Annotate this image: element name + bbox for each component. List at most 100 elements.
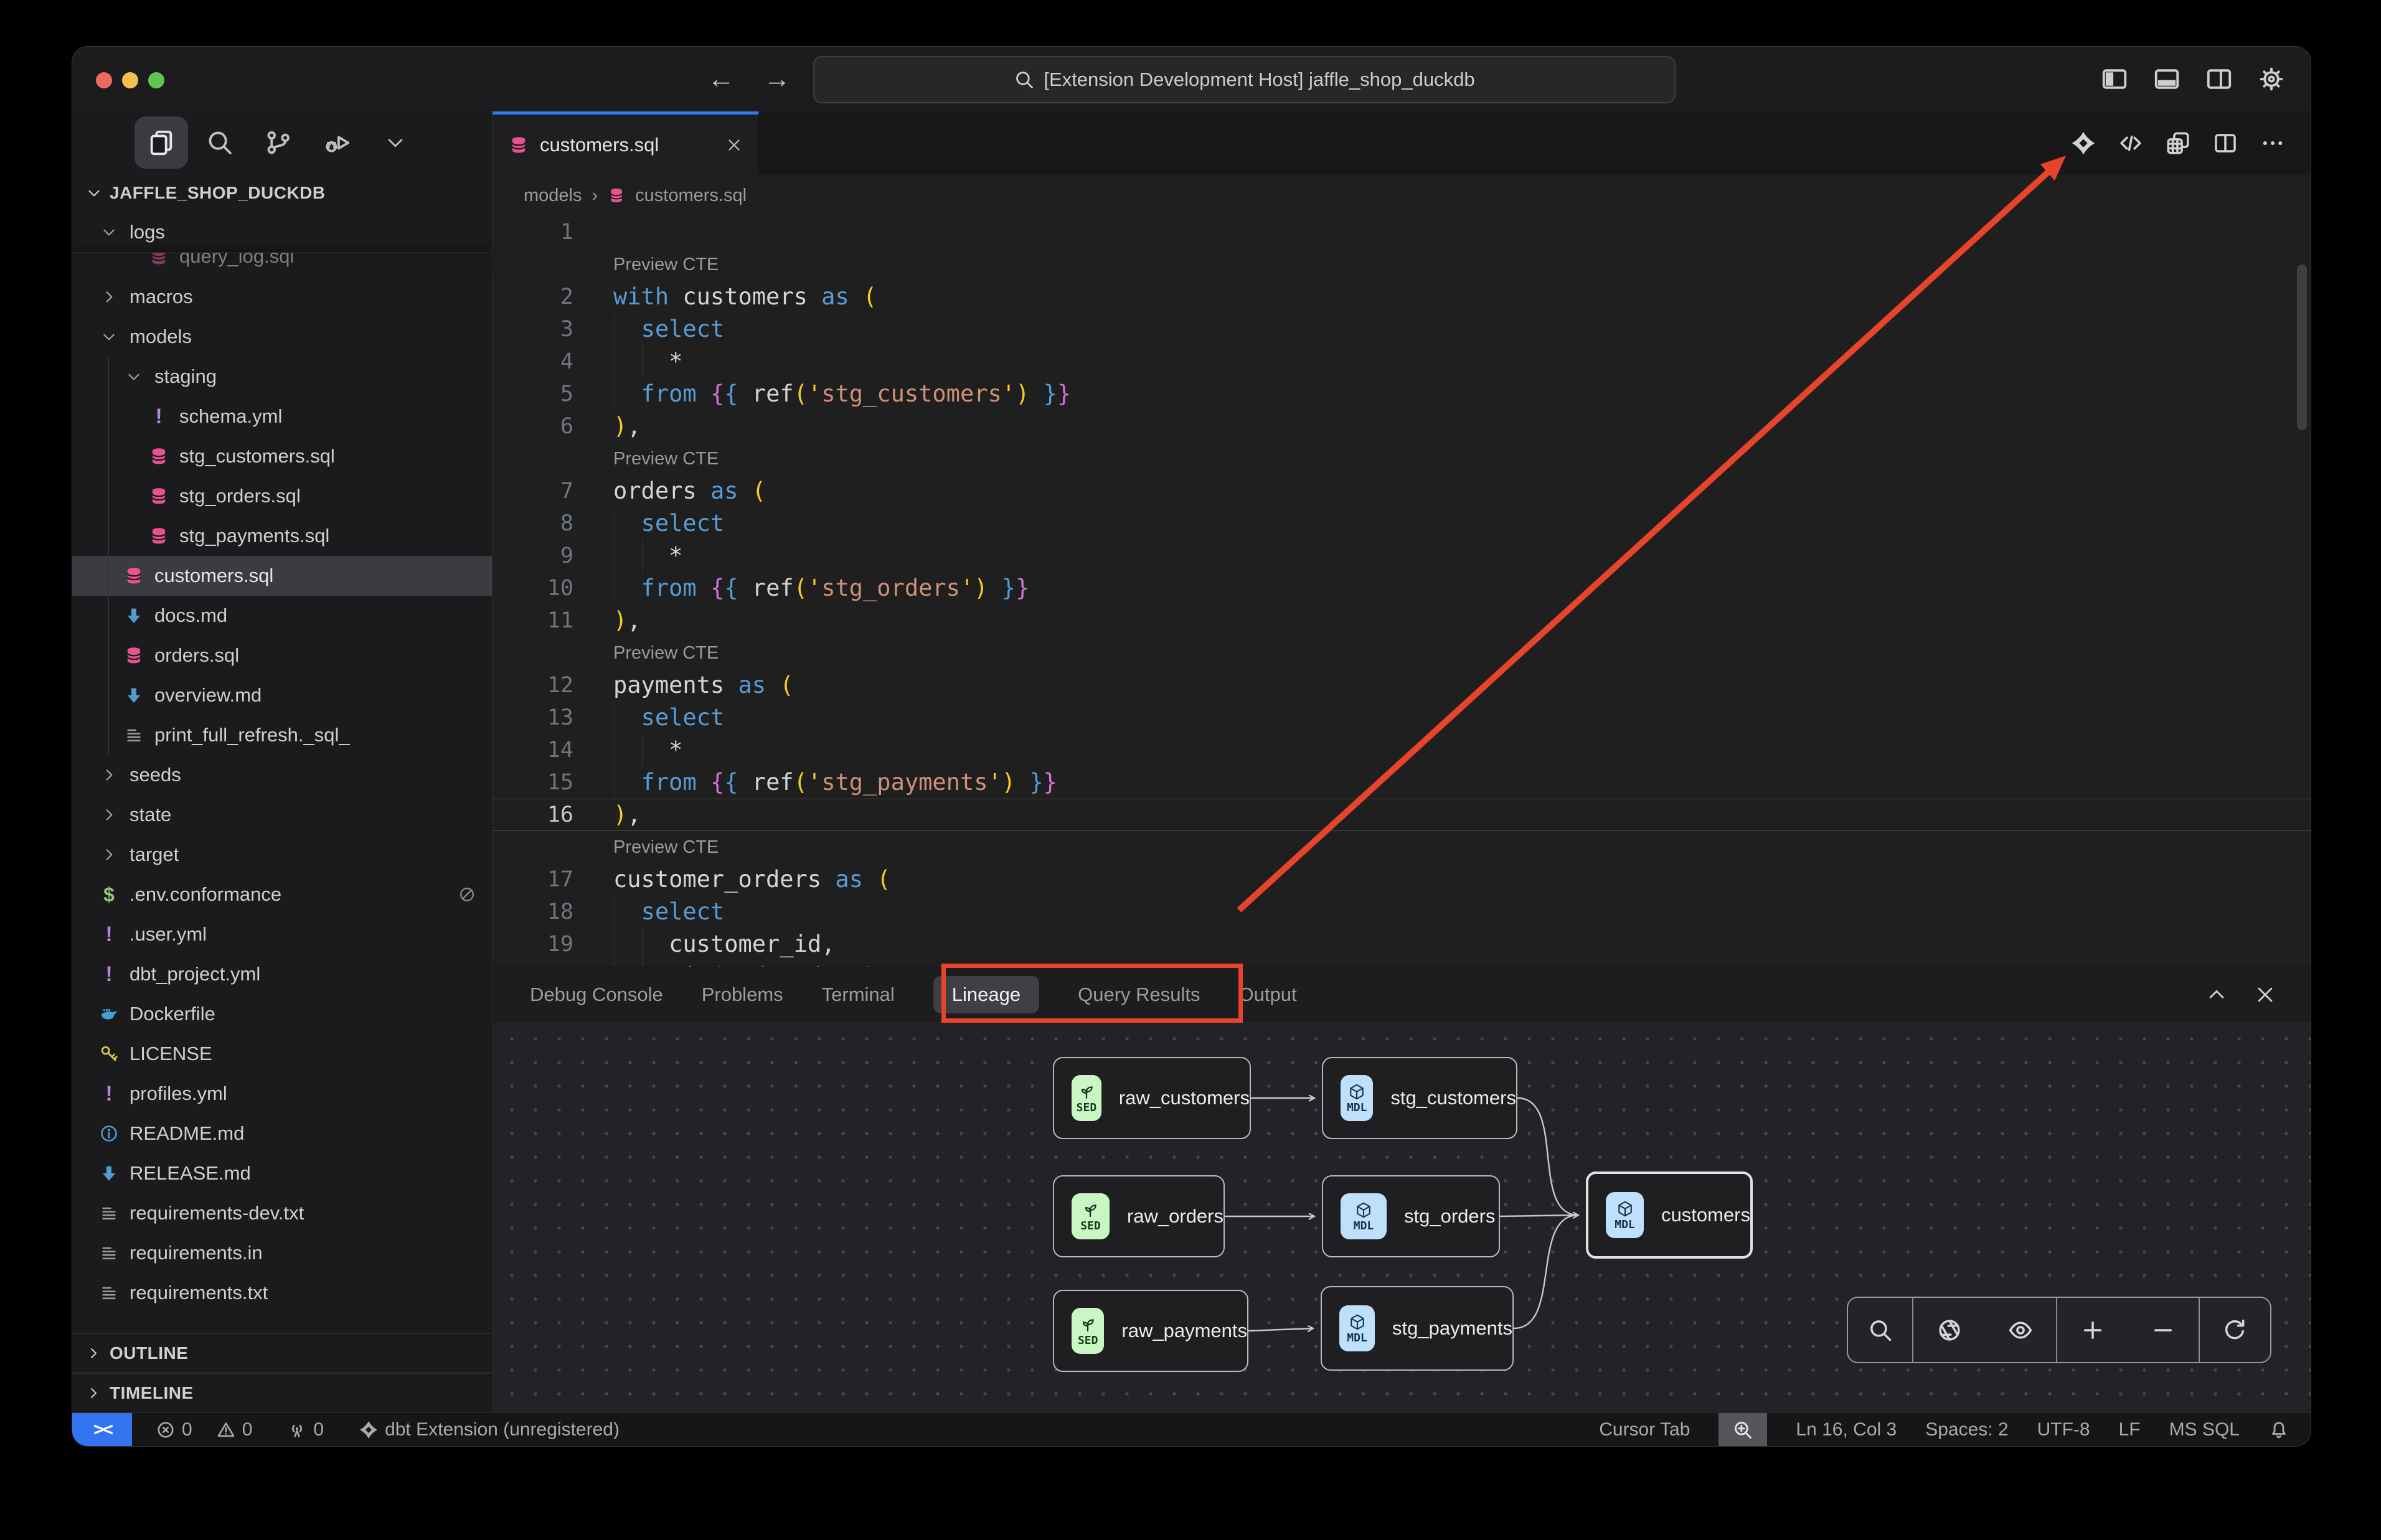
status-zoom-plus-icon[interactable] <box>1719 1413 1767 1447</box>
tree-item-schema-yml[interactable]: !schema.yml <box>72 397 492 436</box>
layout-panel-icon[interactable] <box>2152 65 2181 93</box>
breadcrumb-file[interactable]: customers.sql <box>635 185 747 206</box>
lineage-node-stg_customers[interactable]: MDLstg_customers <box>1322 1057 1517 1139</box>
codelens-preview-cte[interactable]: Preview CTE <box>493 831 2311 863</box>
zoom-out-icon[interactable] <box>2150 1317 2176 1343</box>
codelens-preview-cte[interactable]: Preview CTE <box>493 637 2311 669</box>
close-tab-icon[interactable] <box>726 137 742 153</box>
tree-item-release-md[interactable]: RELEASE.md <box>72 1153 492 1193</box>
lineage-node-raw_customers[interactable]: SEDraw_customers <box>1053 1057 1251 1139</box>
tree-item-models[interactable]: models <box>72 317 492 357</box>
tree-item-query-log-sql[interactable]: query_log.sql <box>72 252 492 277</box>
panel-tab-debug-console[interactable]: Debug Console <box>530 984 663 1006</box>
explorer-header[interactable]: JAFFLE_SHOP_DUCKDB <box>72 174 492 212</box>
lineage-node-stg_orders[interactable]: MDLstg_orders <box>1322 1175 1500 1257</box>
tree-item-print-full-refresh-sql-[interactable]: print_full_refresh._sql_ <box>72 715 492 755</box>
code-token <box>738 475 752 507</box>
forward-arrow-icon[interactable]: → <box>763 63 791 95</box>
code-editor[interactable]: 1Preview CTE2with customers as (3 select… <box>493 216 2311 967</box>
status-spaces-2[interactable]: Spaces: 2 <box>1925 1419 2008 1440</box>
status-ms-sql[interactable]: MS SQL <box>2169 1419 2240 1440</box>
tree-item-requirements-in[interactable]: requirements.in <box>72 1233 492 1273</box>
code-icon[interactable] <box>2118 130 2144 156</box>
code-line-7: 7orders as ( <box>493 475 2311 507</box>
status-broadcast-icon[interactable]: 0 <box>287 1419 324 1440</box>
status-utf-8[interactable]: UTF-8 <box>2037 1419 2090 1440</box>
tree-item-overview-md[interactable]: overview.md <box>72 675 492 715</box>
tree-item-dbt-project-yml[interactable]: !dbt_project.yml <box>72 954 492 994</box>
tree-item-stg-payments-sql[interactable]: stg_payments.sql <box>72 516 492 556</box>
timeline-section[interactable]: TIMELINE <box>72 1373 492 1412</box>
tree-item-license[interactable]: LICENSE <box>72 1034 492 1074</box>
codelens-preview-cte[interactable]: Preview CTE <box>493 443 2311 475</box>
layout-sidebar-icon[interactable] <box>2100 65 2129 93</box>
lineage-node-customers[interactable]: MDLcustomers <box>1586 1171 1753 1259</box>
tree-item-requirements-dev-txt[interactable]: requirements-dev.txt <box>72 1193 492 1233</box>
tree-item-logs[interactable]: logs <box>72 212 492 252</box>
gear-icon[interactable] <box>2257 65 2286 93</box>
status-lf[interactable]: LF <box>2119 1419 2141 1440</box>
lineage-node-raw_orders[interactable]: SEDraw_orders <box>1053 1175 1225 1257</box>
tree-item-orders-sql[interactable]: orders.sql <box>72 636 492 675</box>
more-icon[interactable] <box>2260 130 2286 156</box>
tree-item-requirements-txt[interactable]: requirements.txt <box>72 1273 492 1313</box>
activity-source-control-button[interactable] <box>252 116 305 169</box>
tab-customers-sql[interactable]: customers.sql <box>493 111 759 175</box>
breadcrumb-folder[interactable]: models <box>524 185 582 206</box>
lineage-node-stg_payments[interactable]: MDLstg_payments <box>1321 1286 1514 1371</box>
status-dbt-icon[interactable]: dbt Extension (unregistered) <box>359 1419 620 1440</box>
tree-item-staging[interactable]: staging <box>72 357 492 397</box>
tree-item-customers-sql[interactable]: customers.sql <box>72 556 492 596</box>
panel-tab-terminal[interactable]: Terminal <box>822 984 895 1006</box>
code-token: from <box>641 572 697 604</box>
dbt-icon[interactable] <box>2070 130 2096 156</box>
tree-item-stg-customers-sql[interactable]: stg_customers.sql <box>72 436 492 476</box>
zoom-window-button[interactable] <box>148 72 164 88</box>
close-icon[interactable] <box>2255 984 2276 1005</box>
status-error-icon[interactable]: 0 <box>156 1419 192 1440</box>
tree-item-readme-md[interactable]: README.md <box>72 1114 492 1153</box>
close-window-button[interactable] <box>96 72 112 88</box>
activity-search-button[interactable] <box>193 116 247 169</box>
command-center-search[interactable]: [Extension Development Host] jaffle_shop… <box>813 56 1676 103</box>
back-arrow-icon[interactable]: ← <box>707 63 735 95</box>
refresh-icon[interactable] <box>2222 1317 2248 1343</box>
status-warning-icon[interactable]: 0 <box>216 1419 253 1440</box>
zoom-in-icon[interactable] <box>2080 1317 2106 1343</box>
status-cursor-tab[interactable]: Cursor Tab <box>1599 1419 1690 1440</box>
remote-indicator[interactable]: >< <box>72 1413 132 1447</box>
chevron-up-icon[interactable] <box>2206 984 2227 1005</box>
layout-split-icon[interactable] <box>2205 65 2233 93</box>
outline-section[interactable]: OUTLINE <box>72 1333 492 1373</box>
breadcrumb[interactable]: models › customers.sql <box>493 175 2311 216</box>
activity-chevron-down-button[interactable] <box>369 116 422 169</box>
search-icon[interactable] <box>1867 1317 1893 1343</box>
panel-tab-problems[interactable]: Problems <box>702 984 783 1006</box>
split-editor-icon[interactable] <box>2212 130 2238 156</box>
code-token <box>1029 378 1043 410</box>
table-copy-icon[interactable] <box>2165 130 2191 156</box>
eye-icon[interactable] <box>2007 1317 2034 1343</box>
tree-item-macros[interactable]: macros <box>72 277 492 317</box>
tree-item-label: .env.conformance <box>130 883 281 906</box>
tree-item-stg-orders-sql[interactable]: stg_orders.sql <box>72 476 492 516</box>
tree-item-dockerfile[interactable]: Dockerfile <box>72 994 492 1034</box>
tree-item-target[interactable]: target <box>72 835 492 875</box>
tree-item-profiles-yml[interactable]: !profiles.yml <box>72 1074 492 1114</box>
tree-item--user-yml[interactable]: !.user.yml <box>72 914 492 954</box>
status-bell-icon[interactable] <box>2268 1419 2289 1440</box>
minimize-window-button[interactable] <box>122 72 138 88</box>
lineage-node-raw_payments[interactable]: SEDraw_payments <box>1053 1290 1248 1372</box>
tree-item-seeds[interactable]: seeds <box>72 755 492 795</box>
panel-tab-output[interactable]: Output <box>1239 984 1297 1006</box>
lineage-canvas[interactable]: SEDraw_customers MDLstg_customers SEDraw_o… <box>493 1022 2311 1412</box>
activity-run-debug-button[interactable] <box>310 116 364 169</box>
activity-files-button[interactable] <box>134 116 188 169</box>
tree-item-docs-md[interactable]: docs.md <box>72 596 492 636</box>
line-number: 20 <box>493 960 613 967</box>
tree-item-state[interactable]: state <box>72 795 492 835</box>
status-ln-16-col-3[interactable]: Ln 16, Col 3 <box>1796 1419 1897 1440</box>
tree-item--env-conformance[interactable]: $.env.conformance <box>72 875 492 914</box>
codelens-preview-cte[interactable]: Preview CTE <box>493 248 2311 281</box>
aperture-icon[interactable] <box>1936 1317 1963 1343</box>
